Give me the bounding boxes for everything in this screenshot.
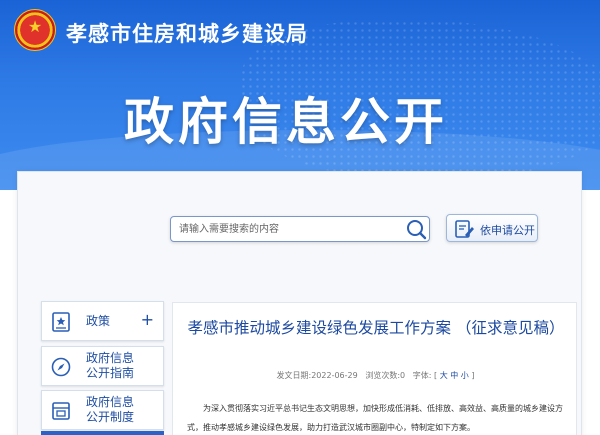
book-icon bbox=[52, 402, 70, 420]
expand-plus-icon[interactable]: + bbox=[141, 312, 154, 328]
sidebar-item-label: 政府信息 bbox=[86, 395, 135, 409]
font-size-small[interactable]: 小 bbox=[461, 371, 469, 380]
sidebar-item-policy[interactable]: 政策 + bbox=[41, 301, 164, 341]
search-button[interactable] bbox=[405, 218, 427, 240]
sidebar-item-label-line2: 公开制度 bbox=[86, 410, 135, 424]
article-body: 为深入贯彻落实习近平总书记生态文明思想，加快形成低消耗、低排放、高效益、高质量的… bbox=[187, 404, 563, 432]
search-icon bbox=[407, 220, 427, 240]
view-count: 浏览次数:0 bbox=[365, 371, 406, 380]
article-meta: 发文日期:2022-06-29 浏览次数:0 字体: [ 大 中 小 ] bbox=[276, 371, 475, 380]
document-star-icon bbox=[52, 312, 70, 332]
header-banner: ★ 孝感市住房和城乡建设局 政府信息公开 bbox=[0, 0, 600, 190]
font-size-medium[interactable]: 中 bbox=[450, 371, 458, 380]
sidebar-item-active[interactable] bbox=[41, 431, 164, 435]
sidebar-item-label-line2: 公开指南 bbox=[86, 366, 135, 380]
content-panel: 依申请公开 政策 + 政府信息 公开指南 政府信息 公开制度 孝感市推动城乡建设… bbox=[17, 171, 582, 435]
sidebar-item-disclosure-guide[interactable]: 政府信息 公开指南 bbox=[41, 346, 164, 386]
publish-date: 发文日期:2022-06-29 bbox=[276, 371, 358, 380]
sidebar-item-disclosure-system[interactable]: 政府信息 公开制度 bbox=[41, 390, 164, 430]
national-emblem-icon: ★ bbox=[14, 9, 56, 51]
apply-button-label: 依申请公开 bbox=[480, 224, 535, 237]
sidebar-item-label: 政策 bbox=[86, 314, 111, 328]
article-title: 孝感市推动城乡建设绿色发展工作方案 （征求意见稿） bbox=[187, 319, 565, 337]
compass-icon bbox=[51, 357, 71, 377]
page-title: 政府信息公开 bbox=[124, 93, 448, 151]
search-input[interactable] bbox=[179, 221, 399, 238]
font-size-large[interactable]: 大 bbox=[440, 371, 448, 380]
form-edit-icon bbox=[455, 220, 474, 238]
org-title[interactable]: 孝感市住房和城乡建设局 bbox=[66, 18, 308, 48]
search-box bbox=[170, 216, 430, 242]
apply-disclosure-button[interactable]: 依申请公开 bbox=[446, 214, 538, 242]
sidebar-item-label: 政府信息 bbox=[86, 351, 135, 365]
article-panel: 孝感市推动城乡建设绿色发展工作方案 （征求意见稿） 发文日期:2022-06-2… bbox=[172, 302, 577, 435]
font-size-label: 字体: bbox=[412, 371, 432, 380]
